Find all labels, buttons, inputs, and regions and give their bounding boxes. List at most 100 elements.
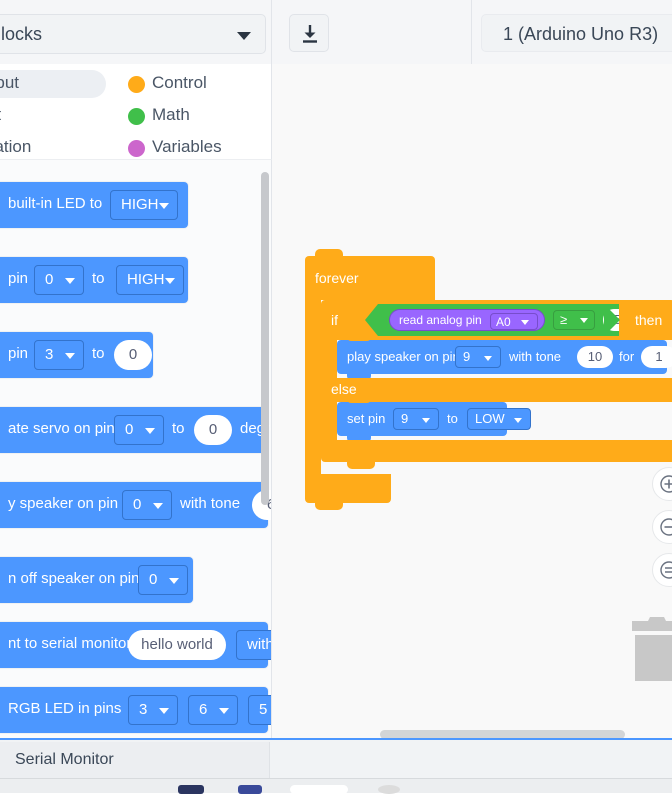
palette-block-0-text: built-in LED to [8, 195, 103, 212]
palette-block-3-pin-dropdown[interactable]: 0 [114, 415, 164, 445]
category-notation-label: Notation [0, 137, 32, 156]
category-notation[interactable]: Notation [0, 134, 106, 162]
read-analog-pin-value: A0 [496, 315, 511, 329]
canvas-horizontal-scrollbar[interactable] [380, 730, 625, 738]
block-palette[interactable]: built-in LED to HIGH pin 0 to HIGH pin 3… [0, 160, 272, 738]
block-notch-bottom [347, 462, 375, 469]
set-pin-state-dropdown[interactable]: LOW [467, 408, 531, 430]
if-header[interactable]: if read analog pin A0 ≥ 500 then [321, 294, 672, 340]
else-branch-left-arm [321, 402, 337, 440]
palette-block-rotate-servo[interactable]: ate servo on pin 0 to 0 degre [0, 407, 271, 453]
play-speaker-tone-input[interactable]: 10 [577, 346, 613, 368]
comparison-operator-value: ≥ [560, 312, 568, 327]
category-input-label: nput [0, 105, 1, 125]
zoom-out-button[interactable] [652, 510, 672, 544]
zoom-reset-button[interactable] [652, 553, 672, 587]
palette-block-7-pin-g-dropdown[interactable]: 6 [188, 695, 238, 725]
palette-block-4-tone-label: with tone [180, 495, 241, 512]
set-pin-pin-dropdown[interactable]: 9 [393, 408, 439, 430]
palette-block-set-pin-digital[interactable]: pin 0 to HIGH [0, 257, 188, 303]
palette-block-5-pin-dropdown[interactable]: 0 [138, 565, 188, 595]
serial-monitor-tab[interactable]: Serial Monitor [0, 742, 270, 778]
forever-footer [305, 474, 391, 503]
workspace-canvas[interactable]: forever if read analog pin A0 ≥ 500 then… [272, 64, 672, 738]
chevron-down-icon [169, 578, 179, 584]
block-notch-bottom [315, 503, 343, 510]
category-math-dot-icon [128, 108, 145, 125]
palette-block-2-text: pin [8, 345, 29, 362]
forever-header[interactable]: forever [305, 249, 435, 300]
palette-block-2-pin-value: 3 [45, 346, 54, 363]
palette-block-1-to-label: to [92, 270, 105, 287]
palette-block-2-value-input[interactable]: 0 [114, 340, 152, 370]
else-bar: else [321, 378, 672, 402]
block-hat [315, 249, 343, 257]
palette-block-7-pin-b-dropdown[interactable]: 5 [248, 695, 271, 725]
chevron-down-icon [165, 278, 175, 284]
palette-block-7-text: RGB LED in pins [8, 700, 122, 717]
play-speaker-pin-dropdown[interactable]: 9 [455, 346, 501, 368]
palette-block-builtin-led[interactable]: built-in LED to HIGH [0, 182, 188, 228]
play-speaker-for-label: for [619, 349, 635, 364]
play-speaker-duration-value: 1 [655, 349, 663, 364]
palette-block-7-pin-r-value: 3 [139, 701, 148, 718]
palette-block-6-with-dropdown[interactable]: with [236, 630, 272, 660]
read-analog-pin-dropdown[interactable]: A0 [490, 313, 538, 330]
project-select-label: locks [1, 24, 43, 44]
app-root: locks 1 (Arduino Uno R3) Output [0, 0, 672, 794]
palette-block-2-pin-dropdown[interactable]: 3 [34, 340, 84, 370]
board-selector[interactable]: 1 (Arduino Uno R3) [481, 14, 672, 52]
palette-block-7-pin-r-dropdown[interactable]: 3 [128, 695, 178, 725]
palette-block-play-speaker[interactable]: y speaker on pin 0 with tone 6 [0, 482, 271, 528]
block-read-analog-pin[interactable]: read analog pin A0 [389, 309, 545, 331]
palette-block-6-text-value: hello world [141, 636, 213, 653]
category-output[interactable]: Output [0, 70, 106, 98]
comparison-operator-dropdown[interactable]: ≥ [553, 310, 595, 330]
category-control[interactable]: Control [120, 70, 268, 98]
trash-can-icon [632, 617, 672, 681]
board-selector-label: 1 (Arduino Uno R3) [503, 24, 659, 44]
palette-block-serial-print[interactable]: nt to serial monitor hello world with [0, 622, 271, 668]
block-play-speaker[interactable]: play speaker on pin 9 with tone 10 for 1… [337, 335, 672, 380]
palette-block-6-with-label: with [247, 636, 272, 653]
chevron-down-icon [159, 203, 169, 209]
palette-block-set-pin-analog[interactable]: pin 3 to 0 [0, 332, 153, 378]
play-speaker-duration-input[interactable]: 1 [641, 346, 672, 368]
download-button[interactable] [289, 14, 329, 52]
set-pin-label: set pin [347, 411, 386, 426]
palette-block-1-pin-dropdown[interactable]: 0 [34, 265, 84, 295]
palette-block-5-pin-value: 0 [149, 571, 158, 588]
trash-can-button[interactable] [632, 609, 672, 686]
palette-vertical-scrollbar[interactable] [261, 172, 269, 505]
palette-block-1-state-dropdown[interactable]: HIGH [116, 265, 184, 295]
block-comparison-operator[interactable]: read analog pin A0 ≥ 500 [365, 304, 619, 336]
category-strip: Output nput Notation Control Math Variab… [0, 64, 272, 160]
set-pin-state-value: LOW [475, 411, 505, 426]
chevron-down-icon [514, 418, 522, 423]
else-label: else [331, 381, 357, 397]
block-set-pin[interactable]: set pin 9 to LOW [337, 397, 531, 442]
palette-block-7-pin-g-value: 6 [199, 701, 208, 718]
download-icon [303, 25, 317, 43]
forever-left-arm [305, 300, 321, 474]
palette-block-3-text: ate servo on pin [8, 420, 115, 437]
chevron-down-icon [159, 708, 169, 714]
palette-block-rgb-led[interactable]: RGB LED in pins 3 6 5 [0, 687, 271, 733]
plus-circle-icon [660, 475, 672, 493]
if-label: if [331, 312, 338, 328]
palette-block-4-pin-dropdown[interactable]: 0 [122, 490, 172, 520]
palette-block-3-degrees-input[interactable]: 0 [194, 415, 232, 445]
project-select[interactable]: locks [0, 14, 266, 54]
category-input[interactable]: nput [0, 102, 106, 130]
palette-block-0-dropdown[interactable]: HIGH [110, 190, 178, 220]
forever-label: forever [315, 270, 359, 286]
category-variables[interactable]: Variables [120, 134, 268, 162]
palette-block-turn-off-speaker[interactable]: n off speaker on pin 0 [0, 557, 193, 603]
read-analog-pin-label: read analog pin [399, 313, 482, 327]
category-math[interactable]: Math [120, 102, 268, 130]
palette-block-6-text-input[interactable]: hello world [128, 630, 226, 660]
palette-block-1-pin-value: 0 [45, 271, 54, 288]
chevron-down-icon [521, 320, 529, 325]
palette-block-3-degrees-value: 0 [208, 421, 218, 438]
zoom-in-button[interactable] [652, 467, 672, 501]
